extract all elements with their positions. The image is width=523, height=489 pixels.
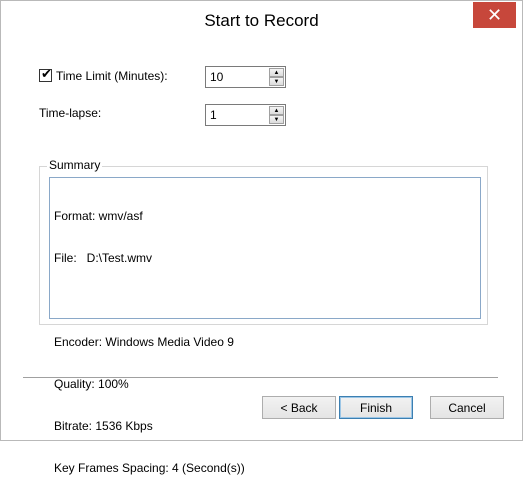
time-limit-value[interactable]: 10 — [210, 70, 223, 84]
dialog-title: Start to Record — [204, 11, 319, 30]
time-limit-checkbox[interactable]: ✔ — [39, 66, 52, 82]
spin-up-icon[interactable]: ▲ — [269, 68, 284, 77]
footer-separator — [23, 377, 498, 379]
time-limit-spin-arrows: ▲ ▼ — [269, 68, 284, 86]
finish-button[interactable]: Finish — [339, 396, 413, 419]
spin-down-icon[interactable]: ▼ — [269, 77, 284, 86]
summary-line: File: D:\Test.wmv — [54, 251, 153, 265]
time-lapse-label: Time-lapse: — [39, 106, 102, 120]
summary-text-box[interactable]: Format: wmv/asf File: D:\Test.wmv Encode… — [49, 177, 481, 475]
close-button[interactable]: ✕ — [473, 2, 516, 28]
summary-line: Quality: 100% — [54, 377, 129, 391]
cancel-button[interactable]: Cancel — [430, 396, 504, 419]
summary-line: Encoder: Windows Media Video 9 — [54, 335, 234, 349]
time-limit-label[interactable]: Time Limit (Minutes): — [56, 69, 168, 83]
back-button[interactable]: < Back — [262, 396, 336, 419]
title-bar: Start to Record ✕ — [1, 1, 522, 41]
summary-line — [54, 293, 476, 307]
time-limit-spinbox[interactable]: 10 ▲ ▼ — [205, 66, 286, 88]
time-lapse-spinbox[interactable]: 1 ▲ ▼ — [205, 104, 286, 126]
summary-group-title: Summary — [47, 158, 103, 172]
close-icon: ✕ — [486, 5, 503, 25]
time-lapse-spin-arrows: ▲ ▼ — [269, 106, 284, 124]
summary-line: Bitrate: 1536 Kbps — [54, 419, 153, 433]
check-icon: ✔ — [41, 66, 52, 81]
spin-up-icon[interactable]: ▲ — [269, 106, 284, 115]
summary-line: Format: wmv/asf — [54, 209, 143, 223]
time-lapse-value[interactable]: 1 — [210, 108, 217, 122]
spin-down-icon[interactable]: ▼ — [269, 115, 284, 124]
summary-line: Key Frames Spacing: 4 (Second(s)) — [54, 461, 245, 475]
